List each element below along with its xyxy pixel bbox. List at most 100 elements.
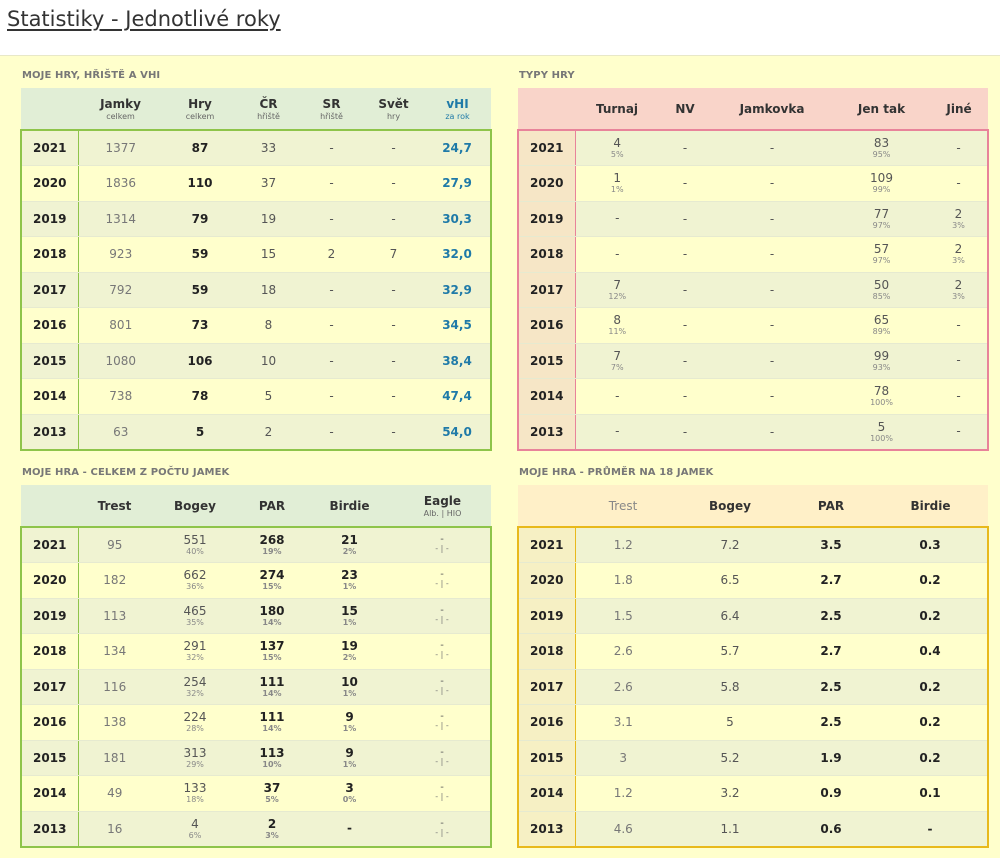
trest-cell: 49 [78, 775, 151, 812]
table-row: 2018 2.6 5.7 2.7 0.4 [517, 633, 989, 670]
types-header-row: Turnaj NV Jamkovka Jen tak Jiné [518, 88, 988, 131]
games-cell: 110 [163, 165, 237, 202]
table-row: 2021 95 551 40% 268 19% 21 2% - - | - [20, 527, 492, 563]
table-row: 2016 8 11% - -65 89% - [517, 307, 989, 344]
bogey-cell: 133 18% [151, 775, 239, 812]
birdie-cell: 9 1% [305, 740, 394, 776]
col-header: Bogey [151, 485, 239, 528]
bogey-cell: 551 40% [151, 527, 239, 563]
jine-cell: - [930, 378, 989, 415]
jine-cell: - [930, 307, 989, 344]
world-cell: - [363, 130, 424, 166]
holes-cell: 738 [78, 378, 163, 415]
table-row: 2013 16 4 6% 2 3% - - - | - [20, 811, 492, 848]
sr-cell: - [300, 165, 363, 202]
year-cell: 2020 [20, 165, 79, 202]
birdie-cell: - [305, 811, 394, 848]
year-header [518, 485, 575, 528]
year-cell: 2021 [517, 527, 576, 563]
trest-cell: 182 [78, 562, 151, 599]
year-cell: 2020 [517, 165, 576, 202]
table-row: 2021 4 5% - -83 95% - [517, 130, 989, 166]
vhi-cell: 47,4 [424, 378, 492, 415]
year-cell: 2016 [517, 307, 576, 344]
year-cell: 2020 [517, 562, 576, 599]
year-cell: 2019 [517, 598, 576, 634]
world-cell: - [363, 272, 424, 308]
turnaj-cell: - [575, 201, 659, 237]
turnaj-cell: - [575, 378, 659, 415]
turnaj-cell: 8 11% [575, 307, 659, 344]
average-section-title: MOJE HRA - PRŮMĚR NA 18 JAMEK [519, 467, 714, 478]
cr-cell: 5 [237, 378, 300, 415]
year-header [21, 88, 78, 131]
nv-cell: - [659, 130, 711, 166]
year-cell: 2014 [20, 378, 79, 415]
jentak-cell: 99 93% [833, 343, 930, 379]
trest-cell: 3 [575, 740, 671, 776]
total-panel: MOJE HRA - CELKEM Z POČTU JAMEK Trest Bo… [20, 455, 492, 848]
page-title: Statistiky - Jednotlivé roky [7, 7, 281, 31]
par-cell: 137 15% [239, 633, 305, 670]
table-row: 2014 1.2 3.2 0.9 0.1 [517, 775, 989, 812]
table-row: 2013- - -5 100% - [517, 414, 989, 451]
cr-cell: 19 [237, 201, 300, 237]
vhi-cell: 32,9 [424, 272, 492, 308]
trest-cell: 134 [78, 633, 151, 670]
par-cell: 268 19% [239, 527, 305, 563]
nv-cell: - [659, 272, 711, 308]
col-header: Jamkovka [711, 88, 833, 131]
trest-cell: 113 [78, 598, 151, 634]
average-panel: MOJE HRA - PRŮMĚR NA 18 JAMEK Trest Boge… [517, 455, 989, 848]
world-cell: - [363, 414, 424, 451]
eagle-cell: -- | - [394, 811, 492, 848]
nv-cell: - [659, 165, 711, 202]
jine-cell: - [930, 343, 989, 379]
holes-cell: 792 [78, 272, 163, 308]
year-cell: 2013 [20, 414, 79, 451]
birdie-cell: 21 2% [305, 527, 394, 563]
jine-cell: 2 3% [930, 236, 989, 273]
table-row: 2019- - -77 97% 2 3% [517, 201, 989, 237]
year-cell: 2014 [517, 775, 576, 812]
trest-cell: 116 [78, 669, 151, 705]
year-cell: 2021 [517, 130, 576, 166]
year-cell: 2020 [20, 562, 79, 599]
bogey-cell: 254 32% [151, 669, 239, 705]
table-row: 2019 1.5 6.4 2.5 0.2 [517, 598, 989, 634]
jamkovka-cell: - [711, 130, 833, 166]
par-cell: 2.7 [789, 562, 873, 599]
table-row: 2019 113 465 35% 180 14% 15 1% - - | - [20, 598, 492, 634]
cr-cell: 2 [237, 414, 300, 451]
table-row: 2018 134 291 32% 137 15% 19 2% - - | - [20, 633, 492, 670]
eagle-header: Eagle Alb. | HIO [394, 485, 491, 528]
table-row: 2016 801 73 8- -34,5 [20, 307, 492, 344]
year-cell: 2017 [20, 669, 79, 705]
total-header-row: Trest Bogey PAR Birdie Eagle Alb. | HIO [21, 485, 491, 528]
trest-cell: 3.1 [575, 704, 671, 741]
table-row: 2018- - -57 97% 2 3% [517, 236, 989, 273]
year-cell: 2016 [20, 704, 79, 741]
trest-cell: 1.2 [575, 527, 671, 563]
birdie-cell: 23 1% [305, 562, 394, 599]
bogey-cell: 5 [671, 704, 789, 741]
year-cell: 2015 [517, 343, 576, 379]
par-cell: 111 14% [239, 669, 305, 705]
year-header [518, 88, 575, 131]
table-row: 2020 182 662 36% 274 15% 23 1% - - | - [20, 562, 492, 599]
world-cell: - [363, 307, 424, 344]
birdie-cell: 0.2 [873, 669, 989, 705]
cr-cell: 33 [237, 130, 300, 166]
jentak-cell: 65 89% [833, 307, 930, 344]
jamkovka-cell: - [711, 165, 833, 202]
table-row: 2017 2.6 5.8 2.5 0.2 [517, 669, 989, 705]
bogey-cell: 662 36% [151, 562, 239, 599]
types-table: Turnaj NV Jamkovka Jen tak Jiné 2021 4 5% -… [517, 88, 989, 451]
sr-cell: - [300, 378, 363, 415]
world-cell: - [363, 378, 424, 415]
year-cell: 2017 [20, 272, 79, 308]
turnaj-cell: 7 7% [575, 343, 659, 379]
year-cell: 2019 [517, 201, 576, 237]
trest-cell: 2.6 [575, 669, 671, 705]
table-row: 2015 1080 106 10- -38,4 [20, 343, 492, 379]
